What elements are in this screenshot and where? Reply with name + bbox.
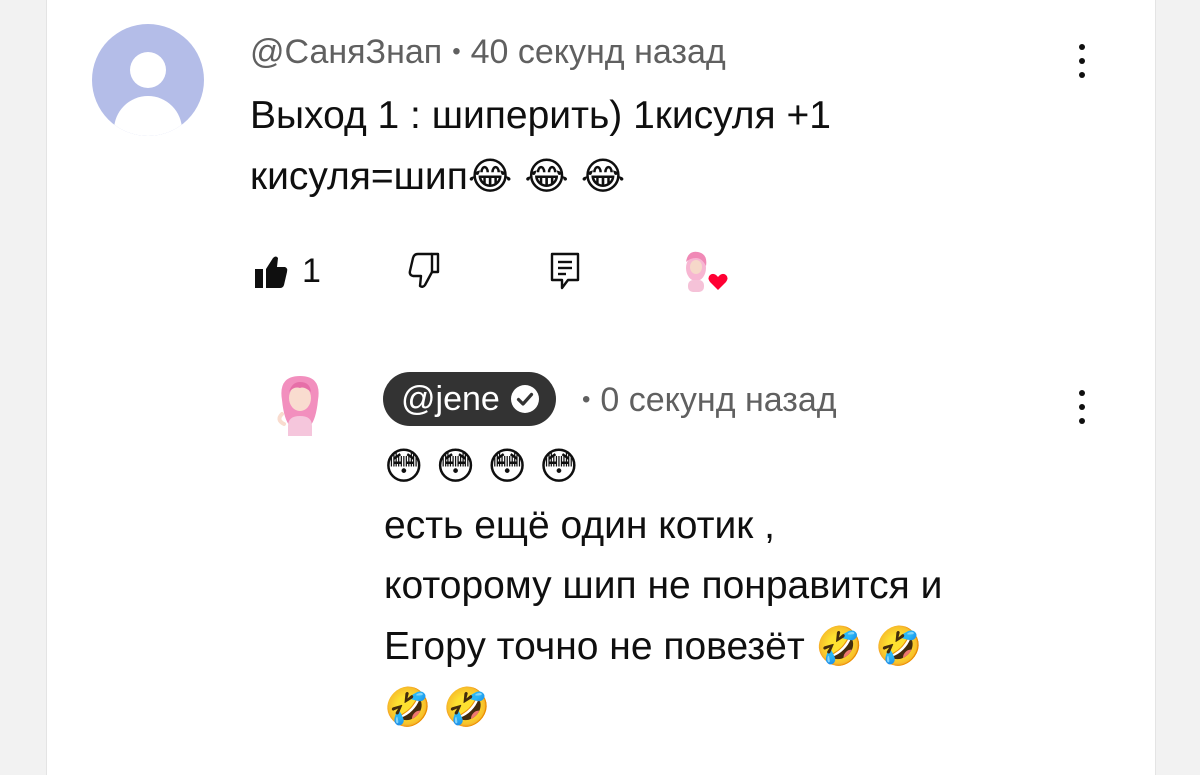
flushed-emoji-icon: 😳 😳 😳 😳 [384, 444, 579, 488]
verified-check-icon [510, 385, 539, 413]
avatar-head [130, 52, 166, 88]
thumbs-up-filled-icon [255, 256, 288, 288]
reply-separator: • [582, 386, 591, 413]
reply-text-line-3-text: Егору точно не повезёт [384, 625, 805, 668]
comment-author[interactable]: @СаняЗнап [250, 33, 442, 72]
comment-text-line-1: Выход 1 : шиперить) 1кисуля +1 [250, 94, 831, 137]
comment-header: @СаняЗнап • 40 секунд назад [250, 30, 726, 74]
thumbs-down-icon [408, 252, 440, 288]
creator-heart-icon [686, 251, 728, 292]
comment-text-line-2: кисуля=шип😂 😂 😂 [250, 146, 1030, 207]
comment-timestamp[interactable]: 40 секунд назад [471, 33, 726, 72]
avatar-shoulders [114, 96, 182, 136]
default-user-avatar-icon[interactable] [92, 24, 204, 136]
reply-comment-icon [550, 252, 580, 290]
reply-body: 😳 😳 😳 😳 есть ещё один котик , которому ш… [384, 436, 1104, 737]
creator-heart-badge[interactable] [678, 248, 734, 300]
creator-avatar-icon[interactable] [270, 370, 330, 440]
reply-text-line-2: которому шип не понравится и [384, 564, 943, 607]
reply-more-vertical-icon[interactable] [1072, 386, 1092, 428]
comment-body: Выход 1 : шиперить) 1кисуля +1 кисуля=ши… [250, 86, 1030, 207]
reply-button[interactable] [550, 252, 580, 297]
like-count: 1 [302, 252, 321, 290]
comment-text-line-2-text: кисуля=шип [250, 155, 468, 198]
reply-meta: • 0 секунд назад [582, 378, 837, 422]
reply-text-line-1: есть ещё один котик , [384, 504, 775, 547]
comment-more-vertical-icon[interactable] [1072, 40, 1092, 82]
reply-timestamp[interactable]: 0 секунд назад [600, 381, 836, 420]
creator-author-chip[interactable]: @jene [383, 372, 556, 426]
header-separator: • [452, 38, 461, 65]
rolling-laughing-emoji-icon: 🤣 🤣 [815, 624, 923, 668]
rolling-laughing-emoji-icon-row: 🤣 🤣 [384, 685, 491, 729]
reply-author: @jene [401, 379, 500, 418]
dislike-button[interactable] [408, 252, 442, 295]
laughing-emoji-icon: 😂 😂 😂 [467, 154, 626, 198]
like-button[interactable]: 1 [254, 252, 321, 291]
creator-avatar-illustration [277, 376, 319, 436]
reply-text-line-3: Егору точно не повезёт 🤣 🤣 [384, 616, 1104, 677]
